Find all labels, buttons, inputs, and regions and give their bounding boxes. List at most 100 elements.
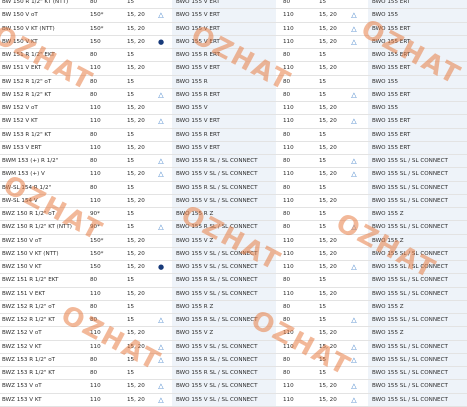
replacement-cell: BWO 155 V ERT	[176, 0, 220, 5]
dn-cell: 15	[127, 52, 135, 58]
triangle-icon: △	[351, 24, 357, 33]
replacement-value-cell: 80	[283, 158, 291, 164]
replacement-dn-cell: 15	[319, 91, 327, 98]
replacement-dn-cell: 15, 20	[319, 237, 337, 244]
dn-cell: 15	[127, 131, 135, 138]
dn-cell: 15, 20	[127, 237, 145, 244]
replacement-value-cell: 110	[283, 343, 294, 350]
triangle-icon: △	[351, 223, 357, 232]
table-row: BW 151 R 1/2" EKT 80 15 BWO 155 R ERT 80 15 BW…	[0, 49, 467, 63]
triangle-icon: △	[158, 355, 164, 364]
triangle-icon: △	[351, 316, 357, 324]
dn-cell: 15, 20	[127, 171, 145, 178]
value-cell: 110	[90, 65, 101, 72]
table-row: BWZ 153 V oT 110 15, 20 △ BWO 155 V SL / SL …	[0, 380, 467, 394]
dn-cell: 15, 20	[127, 197, 145, 204]
value-cell: 110	[90, 383, 101, 390]
value-cell: 80	[90, 356, 98, 363]
replacement-value-cell: 110	[283, 264, 294, 270]
table-row: BW 150 R 1/2" KT (NTT) 80 15 BWO 155 V ERT 8…	[0, 0, 467, 10]
triangle-icon: △	[351, 117, 357, 126]
replacement-dn-cell: 15, 20	[319, 65, 337, 72]
article-cell: BWZ 150 V KT	[2, 264, 42, 270]
value-cell: 90*	[90, 224, 100, 231]
replacement-value-cell: 80	[283, 317, 291, 323]
value-cell: 110	[90, 171, 101, 178]
article-cell: BWZ 150 R 1/2" KT (NTT)	[2, 224, 72, 231]
replacement-value-cell: 80	[283, 131, 291, 138]
dn-cell: 15	[127, 356, 135, 363]
replacement-cell: BWO 155 V SL / SL CONNECT	[176, 171, 258, 178]
replacement-value-cell: 80	[283, 0, 291, 5]
product-table: BW 150 R 1/2" KT (NTT) 80 15 BWO 155 V ERT 8…	[0, 0, 467, 407]
article-cell: BWZ 150 V KT (NTT)	[2, 250, 59, 257]
table-row: BWZ 152 R 1/2" KT 80 15 △ BWO 155 R SL / SL …	[0, 314, 467, 328]
triangle-icon: △	[351, 90, 357, 99]
series-cell: BWO 155 SL / SL CONNECT	[372, 264, 448, 270]
replacement-dn-cell: 15, 20	[319, 171, 337, 178]
article-cell: BW 150 R 1/2" KT (NTT)	[2, 0, 69, 5]
table-row: BW 150 V KT (NTT) 150* 15, 20 BWO 155 V ERT…	[0, 22, 467, 36]
replacement-cell: BWO 155 V SL / SL CONNECT	[176, 197, 258, 204]
value-cell: 80	[90, 78, 98, 85]
replacement-cell: BWO 155 R SL / SL CONNECT	[176, 370, 258, 376]
table-row: BWZ 150 R 1/2" KT (NTT) 90* 15 △ BWO 155 R S…	[0, 221, 467, 235]
dn-cell: 15, 20	[127, 383, 145, 390]
replacement-value-cell: 110	[283, 237, 294, 244]
article-cell: BW-SL 154 V	[2, 197, 38, 204]
table-row: BW-SL 154 V 110 15, 20 BWO 155 V SL / SL CO…	[0, 194, 467, 208]
dn-cell: 15, 20	[127, 118, 145, 125]
triangle-icon: △	[158, 395, 164, 404]
series-cell: BWO 155	[372, 12, 399, 19]
value-cell: 150*	[90, 237, 104, 244]
value-cell: 80	[90, 52, 98, 58]
article-cell: BWZ 153 R 1/2" oT	[2, 356, 56, 363]
series-cell: BWO 155	[372, 105, 399, 111]
replacement-dn-cell: 15	[319, 184, 327, 191]
dn-cell: 15, 20	[127, 330, 145, 337]
replacement-dn-cell: 15, 20	[319, 330, 337, 337]
replacement-cell: BWO 155 R ERT	[176, 91, 220, 98]
table-row: BWZ 151 R 1/2" EKT 80 15 BWO 155 R SL / SL …	[0, 274, 467, 288]
replacement-dn-cell: 15	[319, 317, 327, 323]
replacement-cell: BWO 155 V SL / SL CONNECT	[176, 343, 258, 350]
replacement-dn-cell: 15, 20	[319, 12, 337, 19]
replacement-dn-cell: 15	[319, 224, 327, 231]
table-row: BWM 153 (+) R 1/2" 80 15 △ BWO 155 R SL / SL…	[0, 155, 467, 169]
replacement-cell: BWO 155 V SL / SL CONNECT	[176, 396, 258, 403]
table-row: BW-SL 154 R 1/2" 80 15 BWO 155 R SL / SL CO…	[0, 181, 467, 195]
replacement-value-cell: 80	[283, 277, 291, 284]
value-cell: 110	[90, 290, 101, 297]
table-row: BWZ 150 V oT 150* 15, 20 BWO 155 V Z 110 15, …	[0, 234, 467, 248]
series-cell: BWO 155 ERT	[372, 91, 411, 98]
replacement-dn-cell: 15, 20	[319, 383, 337, 390]
replacement-value-cell: 110	[283, 171, 294, 178]
article-cell: BWM 153 (+) V	[2, 171, 45, 178]
replacement-cell: BWO 155 V ERT	[176, 38, 220, 45]
value-cell: 80	[90, 370, 98, 376]
triangle-icon: △	[158, 316, 164, 324]
replacement-value-cell: 80	[283, 78, 291, 85]
table-row: BWZ 152 R 1/2" oT 80 15 BWO 155 R Z 80 15 BWO …	[0, 300, 467, 314]
triangle-icon: △	[351, 37, 357, 46]
triangle-icon: △	[158, 11, 164, 20]
replacement-value-cell: 80	[283, 184, 291, 191]
series-cell: BWO 155 SL / SL CONNECT	[372, 343, 448, 350]
series-cell: BWO 155 SL / SL CONNECT	[372, 197, 448, 204]
replacement-value-cell: 110	[283, 12, 294, 19]
value-cell: 80	[90, 277, 98, 284]
triangle-icon: △	[158, 90, 164, 99]
value-cell: 90*	[90, 211, 100, 217]
article-cell: BWM 153 (+) R 1/2"	[2, 158, 59, 164]
dn-cell: 15	[127, 211, 135, 217]
replacement-value-cell: 80	[283, 370, 291, 376]
replacement-dn-cell: 15	[319, 277, 327, 284]
replacement-cell: BWO 155 R SL / SL CONNECT	[176, 317, 258, 323]
replacement-cell: BWO 155 V Z	[176, 237, 214, 244]
value-cell: 80	[90, 303, 98, 310]
table-row: BWZ 150 R 1/2" oT 90* 15 BWO 155 R Z 80 15 BWO…	[0, 208, 467, 222]
table-row: BW 150 V oT 150* 15, 20 △ BWO 155 V ERT 110 15…	[0, 9, 467, 23]
value-cell: 80	[90, 131, 98, 138]
value-cell: 110	[90, 330, 101, 337]
dn-cell: 15	[127, 370, 135, 376]
